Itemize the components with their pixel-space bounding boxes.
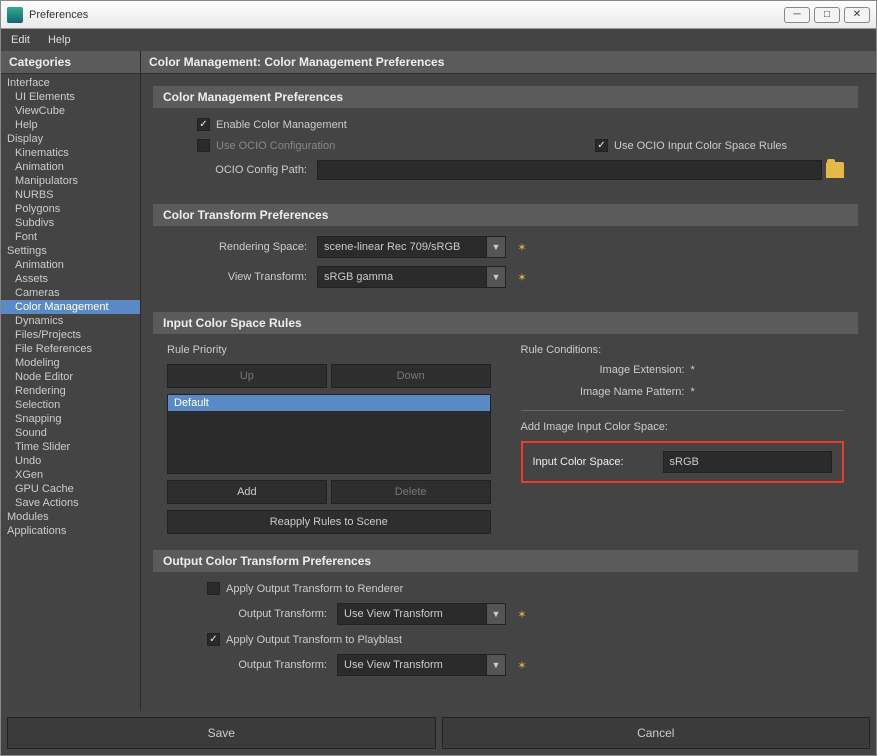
input-color-space-highlight: Input Color Space: sRGB bbox=[521, 441, 845, 483]
image-pattern-label: Image Name Pattern: bbox=[521, 386, 691, 398]
sidebar-item-font[interactable]: Font bbox=[1, 230, 140, 244]
ocio-path-input[interactable] bbox=[317, 160, 822, 180]
sidebar-item-kinematics[interactable]: Kinematics bbox=[1, 146, 140, 160]
rendering-space-label: Rendering Space: bbox=[167, 241, 317, 253]
sidebar-item-file-references[interactable]: File References bbox=[1, 342, 140, 356]
minimize-button[interactable]: ─ bbox=[784, 7, 810, 23]
app-icon bbox=[7, 7, 23, 23]
sidebar-item-display[interactable]: Display bbox=[1, 132, 140, 146]
rule-delete-button[interactable]: Delete bbox=[331, 480, 491, 504]
sidebar-item-selection[interactable]: Selection bbox=[1, 398, 140, 412]
menu-edit[interactable]: Edit bbox=[11, 34, 30, 46]
input-cs-dropdown[interactable]: sRGB bbox=[663, 451, 833, 473]
sidebar-item-help[interactable]: Help bbox=[1, 118, 140, 132]
sidebar-item-save-actions[interactable]: Save Actions bbox=[1, 496, 140, 510]
sidebar-item-color-management[interactable]: Color Management bbox=[1, 300, 140, 314]
image-pattern-value: * bbox=[691, 386, 695, 398]
sidebar-item-assets[interactable]: Assets bbox=[1, 272, 140, 286]
view-transform-dropdown[interactable]: sRGB gamma bbox=[317, 266, 487, 288]
category-list: InterfaceUI ElementsViewCubeHelpDisplayK… bbox=[1, 74, 140, 711]
chevron-down-icon[interactable]: ▼ bbox=[486, 654, 506, 676]
rule-listbox[interactable]: Default bbox=[167, 394, 491, 474]
gear-icon[interactable]: ✶ bbox=[514, 239, 530, 255]
output-transform-label-2: Output Transform: bbox=[167, 659, 337, 671]
sidebar-item-viewcube[interactable]: ViewCube bbox=[1, 104, 140, 118]
reapply-rules-button[interactable]: Reapply Rules to Scene bbox=[167, 510, 491, 534]
sidebar-item-animation[interactable]: Animation bbox=[1, 258, 140, 272]
ocio-path-label: OCIO Config Path: bbox=[167, 164, 317, 176]
add-color-space-label: Add Image Input Color Space: bbox=[521, 421, 845, 433]
sidebar-item-interface[interactable]: Interface bbox=[1, 76, 140, 90]
sidebar-item-xgen[interactable]: XGen bbox=[1, 468, 140, 482]
rule-priority-label: Rule Priority bbox=[167, 344, 491, 356]
rendering-space-dropdown[interactable]: scene-linear Rec 709/sRGB bbox=[317, 236, 487, 258]
output-transform-dropdown-1[interactable]: Use View Transform bbox=[337, 603, 487, 625]
sidebar-item-polygons[interactable]: Polygons bbox=[1, 202, 140, 216]
use-ocio-rules-label: Use OCIO Input Color Space Rules bbox=[614, 140, 844, 152]
sidebar-header: Categories bbox=[1, 51, 140, 74]
image-ext-value: * bbox=[691, 364, 695, 376]
sidebar-item-subdivs[interactable]: Subdivs bbox=[1, 216, 140, 230]
titlebar: Preferences ─ □ ✕ bbox=[1, 1, 876, 29]
section-cm-prefs-title: Color Management Preferences bbox=[153, 86, 858, 108]
sidebar-item-time-slider[interactable]: Time Slider bbox=[1, 440, 140, 454]
window-title: Preferences bbox=[29, 9, 88, 21]
apply-playblast-checkbox[interactable] bbox=[207, 633, 220, 646]
sidebar-item-sound[interactable]: Sound bbox=[1, 426, 140, 440]
main-header: Color Management: Color Management Prefe… bbox=[141, 51, 876, 74]
use-ocio-config-label: Use OCIO Configuration bbox=[216, 140, 335, 152]
chevron-down-icon[interactable]: ▼ bbox=[486, 236, 506, 258]
section-ct-prefs-title: Color Transform Preferences bbox=[153, 204, 858, 226]
sidebar-item-node-editor[interactable]: Node Editor bbox=[1, 370, 140, 384]
input-cs-label: Input Color Space: bbox=[533, 456, 663, 468]
browse-folder-icon[interactable] bbox=[826, 162, 844, 178]
sidebar: Categories InterfaceUI ElementsViewCubeH… bbox=[1, 51, 141, 711]
view-transform-label: View Transform: bbox=[167, 271, 317, 283]
sidebar-item-gpu-cache[interactable]: GPU Cache bbox=[1, 482, 140, 496]
maximize-button[interactable]: □ bbox=[814, 7, 840, 23]
sidebar-item-modeling[interactable]: Modeling bbox=[1, 356, 140, 370]
sidebar-item-modules[interactable]: Modules bbox=[1, 510, 140, 524]
cancel-button[interactable]: Cancel bbox=[442, 717, 871, 749]
gear-icon[interactable]: ✶ bbox=[514, 606, 530, 622]
sidebar-item-cameras[interactable]: Cameras bbox=[1, 286, 140, 300]
enable-cm-label: Enable Color Management bbox=[216, 119, 347, 131]
gear-icon[interactable]: ✶ bbox=[514, 657, 530, 673]
chevron-down-icon[interactable]: ▼ bbox=[486, 266, 506, 288]
rule-conditions-label: Rule Conditions: bbox=[521, 344, 845, 356]
use-ocio-config-checkbox[interactable] bbox=[197, 139, 210, 152]
sidebar-item-animation[interactable]: Animation bbox=[1, 160, 140, 174]
enable-cm-checkbox[interactable] bbox=[197, 118, 210, 131]
menu-help[interactable]: Help bbox=[48, 34, 71, 46]
use-ocio-rules-checkbox[interactable] bbox=[595, 139, 608, 152]
rule-item-default[interactable]: Default bbox=[168, 395, 490, 411]
sidebar-item-applications[interactable]: Applications bbox=[1, 524, 140, 538]
sidebar-item-manipulators[interactable]: Manipulators bbox=[1, 174, 140, 188]
chevron-down-icon[interactable]: ▼ bbox=[486, 603, 506, 625]
sidebar-item-snapping[interactable]: Snapping bbox=[1, 412, 140, 426]
menubar: Edit Help bbox=[1, 29, 876, 51]
output-transform-label-1: Output Transform: bbox=[167, 608, 337, 620]
section-input-rules-title: Input Color Space Rules bbox=[153, 312, 858, 334]
sidebar-item-files-projects[interactable]: Files/Projects bbox=[1, 328, 140, 342]
rule-add-button[interactable]: Add bbox=[167, 480, 327, 504]
apply-renderer-checkbox[interactable] bbox=[207, 582, 220, 595]
sidebar-item-settings[interactable]: Settings bbox=[1, 244, 140, 258]
sidebar-item-nurbs[interactable]: NURBS bbox=[1, 188, 140, 202]
output-transform-dropdown-2[interactable]: Use View Transform bbox=[337, 654, 487, 676]
section-output-title: Output Color Transform Preferences bbox=[153, 550, 858, 572]
apply-renderer-label: Apply Output Transform to Renderer bbox=[226, 583, 403, 595]
sidebar-item-undo[interactable]: Undo bbox=[1, 454, 140, 468]
save-button[interactable]: Save bbox=[7, 717, 436, 749]
rule-up-button[interactable]: Up bbox=[167, 364, 327, 388]
sidebar-item-ui-elements[interactable]: UI Elements bbox=[1, 90, 140, 104]
sidebar-item-dynamics[interactable]: Dynamics bbox=[1, 314, 140, 328]
rule-down-button[interactable]: Down bbox=[331, 364, 491, 388]
image-ext-label: Image Extension: bbox=[521, 364, 691, 376]
gear-icon[interactable]: ✶ bbox=[514, 269, 530, 285]
apply-playblast-label: Apply Output Transform to Playblast bbox=[226, 634, 402, 646]
close-button[interactable]: ✕ bbox=[844, 7, 870, 23]
sidebar-item-rendering[interactable]: Rendering bbox=[1, 384, 140, 398]
